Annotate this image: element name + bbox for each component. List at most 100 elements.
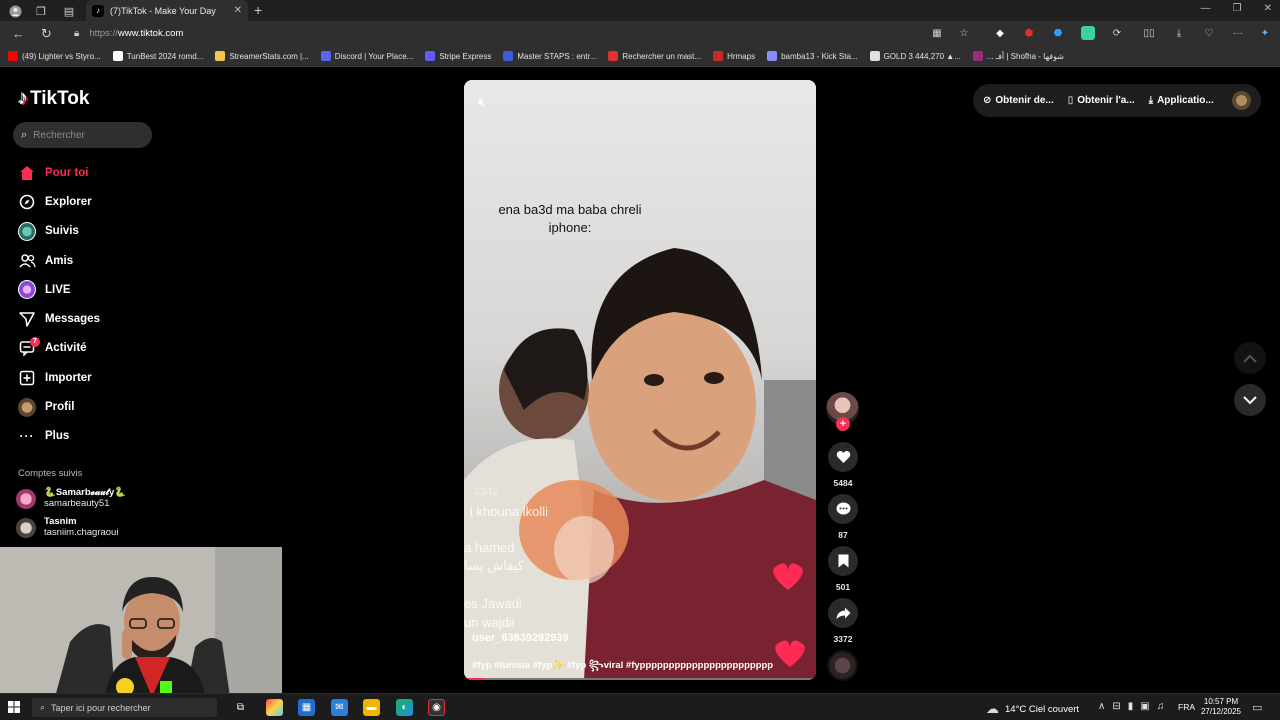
sidebar-item-explorer[interactable]: Explorer bbox=[18, 187, 158, 216]
sidebar-item-pour-toi[interactable]: Pour toi bbox=[18, 158, 158, 187]
bookmark-item[interactable]: bamba13 - Kick Sta... bbox=[767, 51, 858, 61]
bookmark-favicon-icon bbox=[767, 51, 778, 61]
mute-icon[interactable]: 🔇︎ bbox=[478, 94, 486, 110]
extensions-puzzle-icon[interactable]: ⟳ bbox=[1110, 26, 1124, 40]
new-tab-button[interactable]: + bbox=[254, 2, 262, 18]
save-button[interactable] bbox=[828, 546, 858, 576]
bookmark-item[interactable]: Hrmaps bbox=[713, 51, 755, 61]
close-window-button[interactable]: ✕ bbox=[1264, 3, 1272, 14]
sidebar-item-plus[interactable]: ··· Plus bbox=[18, 422, 158, 451]
comment-count: 87 bbox=[838, 530, 848, 540]
lock-icon[interactable]: 🔒︎ bbox=[74, 28, 79, 39]
bookmark-item[interactable]: Rechercher un mast... bbox=[608, 51, 701, 61]
sidebar-item-live[interactable]: LIVE bbox=[18, 275, 158, 304]
display-icon[interactable]: ▣ bbox=[1140, 701, 1149, 712]
profile-avatar[interactable] bbox=[1232, 91, 1251, 110]
bookmark-item[interactable]: Stripe Express bbox=[425, 51, 491, 61]
bookmark-item[interactable]: GOLD 3 444,270 ▲... bbox=[869, 51, 961, 61]
video-hashtags[interactable]: #fyp #tunisia #fyp✨ #fyp ꧂viral #fyppppp… bbox=[472, 657, 812, 677]
bookmark-item[interactable]: (49) Lighter vs Styro... bbox=[8, 51, 101, 61]
url-field[interactable]: 🔒︎ https:// www.tiktok.com bbox=[74, 24, 974, 43]
widgets-app-icon[interactable] bbox=[266, 699, 283, 716]
bookmark-item[interactable]: StreamerStats.com |... bbox=[215, 51, 309, 61]
task-view-icon[interactable]: ⧉ bbox=[232, 699, 249, 716]
maximize-button[interactable]: ❐ bbox=[1233, 3, 1242, 14]
network-icon[interactable]: ⊟ bbox=[1112, 701, 1120, 712]
url-protocol: https:// bbox=[89, 28, 118, 39]
previous-video-button[interactable] bbox=[1234, 342, 1266, 374]
volume-icon[interactable]: ♫ bbox=[1157, 701, 1165, 712]
browser-essentials-icon[interactable]: ♡ bbox=[1202, 26, 1216, 40]
get-coins-button[interactable]: ⊘ Obtenir de... bbox=[983, 95, 1054, 106]
get-app-button[interactable]: ▯ Obtenir l'a... bbox=[1068, 95, 1135, 106]
downloads-icon[interactable]: ⤓ bbox=[1172, 26, 1186, 40]
window-controls: — ❐ ✕ bbox=[1201, 3, 1272, 14]
system-clock[interactable]: 10:57 PM 27/12/2025 bbox=[1200, 697, 1242, 717]
split-screen-icon[interactable]: ▯▯ bbox=[1142, 26, 1156, 40]
followed-account[interactable]: Tasnim tasniim.chagraoui bbox=[16, 516, 118, 539]
obs-app-icon[interactable]: ◉ bbox=[428, 699, 445, 716]
settings-more-icon[interactable]: ··· bbox=[1231, 26, 1245, 40]
outlook-app-icon[interactable]: ✉ bbox=[331, 699, 348, 716]
file-explorer-icon[interactable]: ▬ bbox=[363, 699, 380, 716]
sidebar-item-profil[interactable]: Profil bbox=[18, 392, 158, 421]
taskbar-search-input[interactable]: ⌕ Taper ici pour rechercher bbox=[32, 698, 217, 717]
video-progress-bar[interactable] bbox=[464, 678, 816, 680]
profile-icon[interactable] bbox=[7, 3, 23, 19]
extension-red-icon[interactable]: ⬢ bbox=[1022, 26, 1036, 40]
share-button[interactable] bbox=[828, 598, 858, 628]
desktop-app-button[interactable]: ⤓ Applicatio... bbox=[1149, 95, 1214, 106]
compass-icon bbox=[18, 193, 36, 211]
bookmark-item[interactable]: ... أفـ | Shofha - شوفها bbox=[972, 51, 1064, 61]
language-indicator[interactable]: FRA bbox=[1178, 702, 1195, 712]
follow-plus-icon[interactable]: + bbox=[836, 417, 850, 431]
comment-button[interactable] bbox=[828, 494, 858, 524]
tray-expand-icon[interactable]: ∧ bbox=[1098, 701, 1105, 712]
sidebar-item-importer[interactable]: Importer bbox=[18, 363, 158, 392]
search-input[interactable]: ⌕ Rechercher bbox=[13, 122, 152, 148]
bookmark-label: Discord | Your Place... bbox=[334, 51, 414, 61]
tiktok-logo[interactable]: ♪ TikTok bbox=[18, 87, 89, 110]
back-icon[interactable]: ← bbox=[12, 26, 25, 41]
bookmark-label: bamba13 - Kick Sta... bbox=[781, 51, 858, 61]
next-video-button[interactable] bbox=[1234, 384, 1266, 416]
video-player[interactable]: i khouna lkolli a hamed كيفاش يسا es Jaw… bbox=[464, 80, 816, 680]
close-tab-icon[interactable]: ✕ bbox=[234, 5, 242, 16]
bookmark-favicon-icon bbox=[320, 51, 331, 61]
sidebar-item-messages[interactable]: Messages bbox=[18, 304, 158, 333]
chevron-up-icon bbox=[1243, 354, 1257, 363]
windows-start-icon[interactable] bbox=[8, 701, 20, 716]
account-name: Tasnim bbox=[44, 516, 77, 527]
bookmark-item[interactable]: Master STAPS : entr... bbox=[503, 51, 596, 61]
weather-widget[interactable]: ☁ 14°C Ciel couvert bbox=[986, 701, 1079, 717]
sidebar-nav: Pour toi Explorer Suivis Amis LIVE Messa… bbox=[18, 158, 158, 451]
store-app-icon[interactable]: ▦ bbox=[298, 699, 315, 716]
usb-icon[interactable]: ▮ bbox=[1128, 701, 1134, 712]
extension-diamond-icon[interactable]: ◆ bbox=[993, 26, 1007, 40]
extension-blue-icon[interactable]: ⬣ bbox=[1051, 26, 1065, 40]
notifications-icon[interactable]: ▭ bbox=[1252, 701, 1262, 714]
reader-view-icon[interactable]: ▦ bbox=[930, 26, 944, 40]
tab-actions-icon[interactable]: ▤ bbox=[61, 3, 77, 19]
minimize-button[interactable]: — bbox=[1201, 3, 1211, 14]
reload-icon[interactable]: ↻ bbox=[41, 26, 52, 42]
streamer-webcam-image bbox=[0, 547, 282, 697]
followed-account[interactable]: 🐍Samarb𝓮𝓪𝓊𝓉y🐍 samarbeauty51 bbox=[16, 487, 126, 510]
music-disc-avatar[interactable] bbox=[827, 650, 858, 681]
copilot-icon[interactable]: ✦ bbox=[1258, 26, 1272, 40]
favorite-star-icon[interactable]: ☆ bbox=[957, 26, 971, 40]
svg-text:2342: 2342 bbox=[474, 486, 498, 498]
sidebar-item-suivis[interactable]: Suivis bbox=[18, 217, 158, 246]
like-button[interactable] bbox=[828, 442, 858, 472]
workspaces-icon[interactable]: ❐ bbox=[33, 3, 49, 19]
extension-green-icon[interactable] bbox=[1081, 26, 1095, 40]
bookmark-favicon-icon bbox=[112, 51, 123, 61]
bookmark-item[interactable]: Discord | Your Place... bbox=[320, 51, 414, 61]
edge-app-icon[interactable]: ◐ bbox=[396, 699, 413, 716]
tab-tiktok[interactable]: ♪ (7)TikTok - Make Your Day ✕ bbox=[86, 0, 248, 21]
bookmark-item[interactable]: TunBest 2024 romd... bbox=[112, 51, 203, 61]
sidebar-item-activite[interactable]: 7 Activité bbox=[18, 334, 158, 363]
sidebar-item-amis[interactable]: Amis bbox=[18, 246, 158, 275]
video-username[interactable]: user_63839292939 bbox=[472, 632, 569, 644]
taskbar-search-placeholder: Taper ici pour rechercher bbox=[51, 702, 151, 713]
